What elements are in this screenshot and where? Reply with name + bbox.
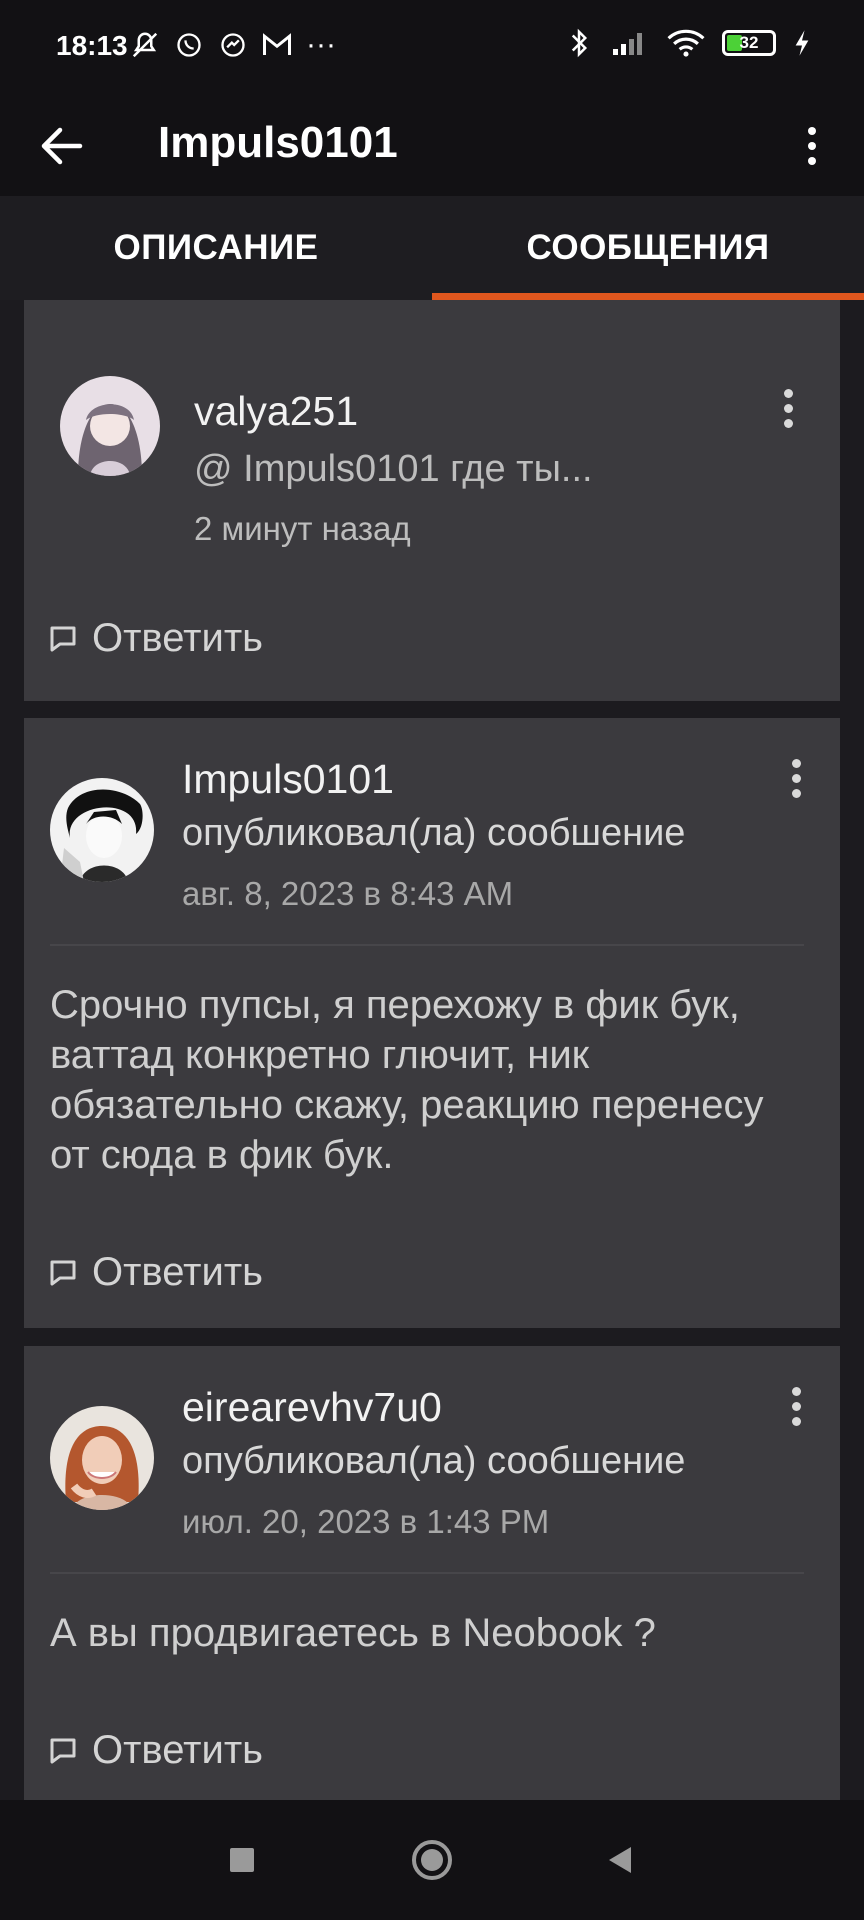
more-options-button[interactable] [784, 114, 840, 178]
mute-icon [130, 30, 160, 60]
message-body: А вы продвигаетесь в Neobook ? [50, 1611, 656, 1655]
messenger-icon [218, 30, 248, 60]
notification-icons: ··· [130, 28, 336, 61]
message-card: valya251 @ Impuls0101 где ты... 2 минут … [24, 300, 840, 701]
tab-bar: ОПИСАНИЕ СООБЩЕНИЯ [0, 196, 864, 300]
author-name[interactable]: valya251 [194, 388, 358, 435]
app-bar: Impuls0101 [0, 96, 864, 196]
action-text: опубликовал(ла) сообшение [182, 1440, 686, 1482]
comment-icon [50, 1260, 76, 1285]
reply-label: Ответить [92, 616, 263, 660]
timestamp: июл. 20, 2023 в 1:43 PM [182, 1503, 550, 1540]
status-bar: 18:13 ··· 32 [0, 0, 864, 96]
divider [50, 1572, 804, 1574]
author-name[interactable]: Impuls0101 [182, 756, 394, 803]
system-icons: 32 [564, 28, 812, 58]
message-preview: @ Impuls0101 где ты... [194, 448, 593, 490]
bluetooth-icon [564, 28, 594, 58]
card-more-button[interactable] [768, 378, 808, 438]
circle-icon [412, 1840, 452, 1880]
message-card: Impuls0101 опубликовал(ла) сообшение авг… [24, 718, 840, 1328]
more-notifications-icon: ··· [306, 28, 336, 61]
page-title: Impuls0101 [158, 118, 398, 167]
wifi-icon [666, 28, 706, 58]
battery-icon: 32 [722, 30, 776, 56]
action-text: опубликовал(ла) сообшение [182, 812, 686, 854]
reply-button[interactable]: Ответить [48, 616, 263, 661]
timestamp: 2 минут назад [194, 510, 411, 547]
back-button[interactable] [36, 116, 96, 176]
comment-icon [50, 1738, 76, 1763]
tab-messages[interactable]: СООБЩЕНИЯ [432, 196, 864, 300]
square-icon [230, 1848, 254, 1872]
reply-label: Ответить [92, 1250, 263, 1294]
messages-feed[interactable]: valya251 @ Impuls0101 где ты... 2 минут … [0, 300, 864, 1800]
reply-label: Ответить [92, 1728, 263, 1772]
signal-icon [610, 28, 650, 58]
home-button[interactable] [404, 1832, 460, 1888]
triangle-back-icon [609, 1847, 631, 1873]
avatar[interactable] [50, 778, 154, 882]
system-nav-bar [0, 1800, 864, 1920]
message-card: eirearevhv7u0 опубликовал(ла) сообшение … [24, 1346, 840, 1800]
reply-button[interactable]: Ответить [48, 1728, 263, 1773]
reply-button[interactable]: Ответить [48, 1250, 263, 1295]
message-body: Срочно пупсы, я перехожу в фик бук, ватт… [50, 983, 764, 1177]
arrow-left-icon [41, 127, 83, 165]
battery-level: 32 [739, 33, 759, 52]
whatsapp-icon [174, 30, 204, 60]
card-more-button[interactable] [776, 748, 816, 808]
avatar[interactable] [60, 376, 160, 476]
tab-description[interactable]: ОПИСАНИЕ [0, 196, 432, 300]
timestamp: авг. 8, 2023 в 8:43 AM [182, 875, 514, 912]
divider [50, 944, 804, 946]
charging-icon [792, 28, 812, 58]
comment-icon [50, 626, 76, 651]
author-name[interactable]: eirearevhv7u0 [182, 1384, 442, 1431]
recents-button[interactable] [214, 1832, 270, 1888]
gmail-icon [262, 30, 292, 60]
avatar[interactable] [50, 1406, 154, 1510]
card-more-button[interactable] [776, 1376, 816, 1436]
status-time: 18:13 [56, 30, 128, 61]
back-nav-button[interactable] [592, 1832, 648, 1888]
